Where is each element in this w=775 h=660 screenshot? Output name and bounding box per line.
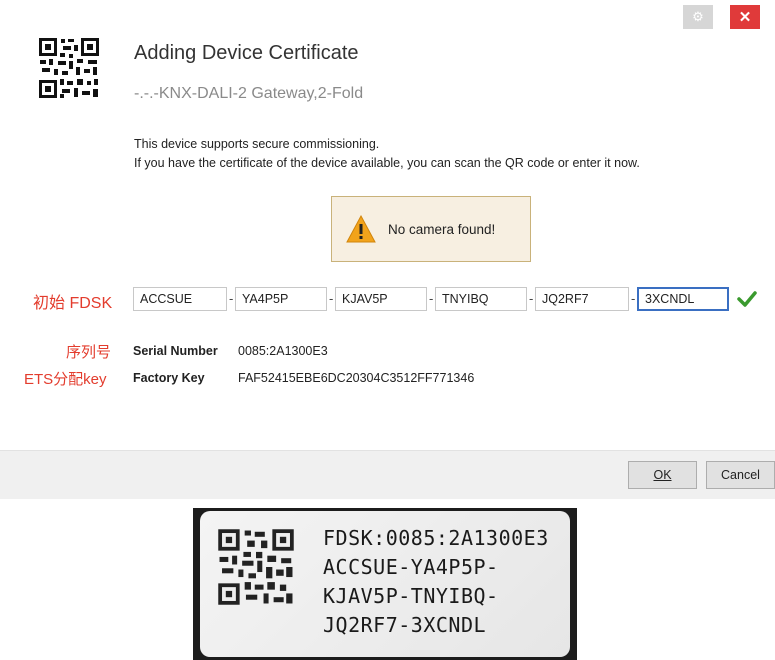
- qr-code-icon: [38, 37, 100, 99]
- fdsk-field-4[interactable]: TNYIBQ: [435, 287, 527, 311]
- fdsk-field-5[interactable]: JQ2RF7: [535, 287, 629, 311]
- fdsk-field-2[interactable]: YA4P5P: [235, 287, 327, 311]
- sticker-line-3: KJAV5P-TNYIBQ-: [323, 584, 499, 608]
- ok-button[interactable]: OK: [628, 461, 697, 489]
- warning-icon: [346, 215, 376, 243]
- description-line-2: If you have the certificate of the devic…: [134, 156, 640, 170]
- fdsk-separator: -: [429, 291, 434, 306]
- close-button[interactable]: ✕: [730, 5, 760, 29]
- factory-key-value: FAF52415EBE6DC20304C3512FF771346: [238, 371, 475, 385]
- fdsk-field-1[interactable]: ACCSUE: [133, 287, 227, 311]
- device-name: -.-.-KNX-DALI-2 Gateway,2-Fold: [134, 85, 364, 102]
- serial-number-value: 0085:2A1300E3: [238, 344, 328, 358]
- ok-button-label: OK: [653, 468, 672, 482]
- fdsk-separator: -: [631, 291, 636, 306]
- checkmark-icon: [737, 291, 757, 307]
- warning-text: No camera found!: [388, 221, 496, 237]
- qr-code-icon: [218, 529, 294, 605]
- cancel-button-label: Cancel: [721, 468, 760, 482]
- gear-icon: ⚙: [692, 9, 704, 24]
- serial-annotation: 序列号: [66, 344, 112, 361]
- fdsk-separator: -: [329, 291, 334, 306]
- description-line-1: This device supports secure commissionin…: [134, 137, 380, 151]
- fdsk-field-6[interactable]: 3XCNDL: [637, 287, 729, 311]
- factory-key-label: Factory Key: [133, 371, 205, 385]
- factory-key-annotation: ETS分配key: [24, 371, 107, 388]
- cancel-button[interactable]: Cancel: [706, 461, 775, 489]
- dialog-title: Adding Device Certificate: [134, 42, 359, 64]
- settings-button[interactable]: ⚙: [683, 5, 713, 29]
- close-icon: ✕: [738, 9, 752, 26]
- sticker-line-4: JQ2RF7-3XCNDL: [323, 613, 487, 637]
- serial-number-label: Serial Number: [133, 344, 218, 358]
- fdsk-field-3[interactable]: KJAV5P: [335, 287, 427, 311]
- fdsk-separator: -: [229, 291, 234, 306]
- sticker-line-1: FDSK:0085:2A1300E3: [323, 526, 549, 550]
- fdsk-annotation: 初始 FDSK: [33, 295, 113, 312]
- sticker-line-2: ACCSUE-YA4P5P-: [323, 555, 499, 579]
- fdsk-separator: -: [529, 291, 534, 306]
- camera-warning: No camera found!: [331, 196, 531, 262]
